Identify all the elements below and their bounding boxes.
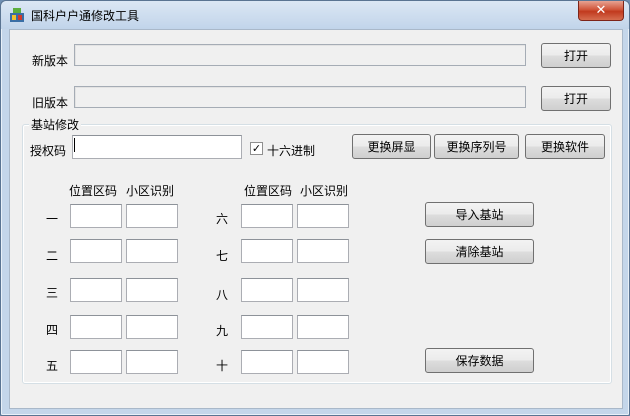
window-title: 国科户户通修改工具	[31, 9, 140, 23]
left-cell-header: 小区识别	[126, 184, 175, 198]
lac-input-8[interactable]	[241, 278, 293, 302]
replace-screen-button[interactable]: 更换屏显	[352, 134, 431, 159]
hex-checkbox[interactable]: ✓	[250, 142, 263, 155]
cell-input-4[interactable]	[126, 315, 178, 339]
text-cursor	[74, 138, 75, 152]
row-label-6: 六	[216, 212, 229, 226]
lac-input-9[interactable]	[241, 315, 293, 339]
import-station-button[interactable]: 导入基站	[425, 202, 534, 227]
old-version-path-field[interactable]	[74, 86, 526, 108]
row-label-5: 五	[46, 359, 59, 373]
left-lac-header: 位置区码	[69, 184, 118, 198]
clear-station-button[interactable]: 清除基站	[425, 239, 534, 264]
row-label-3: 三	[46, 286, 59, 300]
replace-serial-button[interactable]: 更换序列号	[434, 134, 519, 159]
cell-input-9[interactable]	[297, 315, 349, 339]
station-group-title: 基站修改	[29, 116, 82, 133]
lac-input-6[interactable]	[241, 204, 293, 228]
lac-input-7[interactable]	[241, 239, 293, 263]
open-old-version-button[interactable]: 打开	[541, 86, 611, 111]
row-label-1: 一	[46, 212, 59, 226]
app-icon	[10, 8, 24, 22]
row-label-7: 七	[216, 249, 229, 263]
check-icon: ✓	[251, 142, 262, 155]
auth-code-input[interactable]	[72, 135, 242, 159]
auth-code-label: 授权码	[30, 144, 67, 158]
lac-input-3[interactable]	[70, 278, 122, 302]
row-label-9: 九	[216, 324, 229, 338]
row-label-8: 八	[216, 288, 229, 302]
close-button[interactable]: ✕	[578, 1, 624, 21]
row-label-4: 四	[46, 323, 59, 337]
cell-input-1[interactable]	[126, 204, 178, 228]
replace-software-button[interactable]: 更换软件	[525, 134, 605, 159]
right-lac-header: 位置区码	[244, 184, 293, 198]
lac-input-2[interactable]	[70, 239, 122, 263]
close-icon: ✕	[595, 3, 607, 18]
old-version-label: 旧版本	[32, 96, 69, 110]
new-version-path-field[interactable]	[74, 44, 526, 66]
cell-input-2[interactable]	[126, 239, 178, 263]
cell-input-3[interactable]	[126, 278, 178, 302]
client-area: 新版本 打开 旧版本 打开 基站修改 授权码 ✓ 十六进制 更换屏显 更换序列号…	[9, 29, 623, 409]
lac-input-5[interactable]	[70, 350, 122, 374]
app-window: 国科户户通修改工具 ✕ 新版本 打开 旧版本 打开 基站修改 授权码 ✓ 十六进…	[0, 0, 630, 416]
lac-input-1[interactable]	[70, 204, 122, 228]
right-cell-header: 小区识别	[300, 184, 349, 198]
title-bar[interactable]: 国科户户通修改工具 ✕	[1, 1, 629, 29]
lac-input-4[interactable]	[70, 315, 122, 339]
cell-input-5[interactable]	[126, 350, 178, 374]
cell-input-6[interactable]	[297, 204, 349, 228]
cell-input-10[interactable]	[297, 350, 349, 374]
row-label-10: 十	[216, 359, 229, 373]
row-label-2: 二	[46, 249, 59, 263]
save-data-button[interactable]: 保存数据	[425, 348, 534, 373]
cell-input-8[interactable]	[297, 278, 349, 302]
lac-input-10[interactable]	[241, 350, 293, 374]
hex-checkbox-label: 十六进制	[267, 144, 316, 158]
open-new-version-button[interactable]: 打开	[541, 43, 611, 68]
new-version-label: 新版本	[32, 54, 69, 68]
cell-input-7[interactable]	[297, 239, 349, 263]
